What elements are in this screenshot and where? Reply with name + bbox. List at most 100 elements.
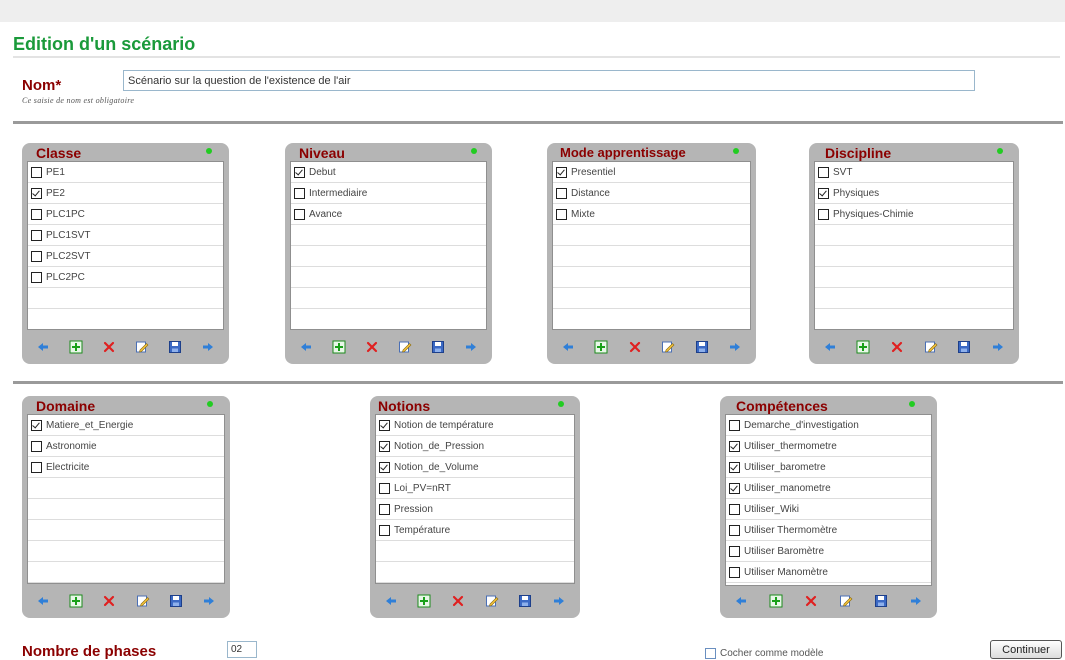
list-item[interactable]: Utiliser_barometre xyxy=(726,457,931,478)
checkbox[interactable] xyxy=(818,188,829,199)
add-icon[interactable] xyxy=(332,340,346,354)
list-item[interactable]: Matiere_et_Energie xyxy=(28,415,224,436)
edit-icon[interactable] xyxy=(661,340,675,354)
checkbox[interactable] xyxy=(31,188,42,199)
checkbox[interactable] xyxy=(729,462,740,473)
list-item[interactable]: Astronomie xyxy=(28,436,224,457)
list-item[interactable]: Physiques xyxy=(815,183,1013,204)
checkbox[interactable] xyxy=(31,441,42,452)
delete-icon[interactable] xyxy=(628,340,642,354)
save-icon[interactable] xyxy=(518,594,532,608)
list-niveau[interactable]: Debut Intermediaire Avance xyxy=(290,161,487,330)
save-icon[interactable] xyxy=(169,594,183,608)
edit-icon[interactable] xyxy=(839,594,853,608)
arrow-left-icon[interactable] xyxy=(561,340,575,354)
list-item[interactable]: Utiliser Baromètre xyxy=(726,541,931,562)
list-classe[interactable]: PE1 PE2 PLC1PC PLC1SVT PLC2SVT PLC2PC xyxy=(27,161,224,330)
add-icon[interactable] xyxy=(417,594,431,608)
list-item[interactable]: Debut xyxy=(291,162,486,183)
checkbox[interactable] xyxy=(379,420,390,431)
list-item[interactable]: PLC1PC xyxy=(28,204,223,225)
checkbox[interactable] xyxy=(729,441,740,452)
list-item[interactable]: Electricite xyxy=(28,457,224,478)
arrow-right-icon[interactable] xyxy=(909,594,923,608)
checkbox[interactable] xyxy=(294,188,305,199)
continue-button[interactable]: Continuer xyxy=(990,640,1062,659)
nom-input[interactable] xyxy=(123,70,975,91)
phases-input[interactable] xyxy=(227,641,257,658)
arrow-right-icon[interactable] xyxy=(552,594,566,608)
list-item[interactable]: PE2 xyxy=(28,183,223,204)
save-icon[interactable] xyxy=(431,340,445,354)
list-item[interactable]: Utiliser Thermomètre xyxy=(726,520,931,541)
checkbox[interactable] xyxy=(379,504,390,515)
list-item[interactable]: Mixte xyxy=(553,204,750,225)
list-item[interactable]: PE1 xyxy=(28,162,223,183)
save-icon[interactable] xyxy=(695,340,709,354)
checkbox[interactable] xyxy=(556,167,567,178)
arrow-left-icon[interactable] xyxy=(299,340,313,354)
arrow-left-icon[interactable] xyxy=(384,594,398,608)
checkbox[interactable] xyxy=(379,462,390,473)
list-competences[interactable]: Demarche_d'investigation Utiliser_thermom… xyxy=(725,414,932,586)
list-item[interactable]: Utiliser Manomètre xyxy=(726,562,931,583)
arrow-right-icon[interactable] xyxy=(991,340,1005,354)
arrow-left-icon[interactable] xyxy=(36,340,50,354)
list-item[interactable]: PLC2PC xyxy=(28,267,223,288)
list-domaine[interactable]: Matiere_et_Energie Astronomie Electricite xyxy=(27,414,225,584)
arrow-left-icon[interactable] xyxy=(36,594,50,608)
arrow-left-icon[interactable] xyxy=(734,594,748,608)
add-icon[interactable] xyxy=(769,594,783,608)
list-item[interactable]: Notion de température xyxy=(376,415,574,436)
list-mode[interactable]: Presentiel Distance Mixte xyxy=(552,161,751,330)
edit-icon[interactable] xyxy=(924,340,938,354)
checkbox[interactable] xyxy=(818,209,829,220)
delete-icon[interactable] xyxy=(804,594,818,608)
list-item[interactable]: SVT xyxy=(815,162,1013,183)
arrow-right-icon[interactable] xyxy=(201,340,215,354)
list-item[interactable]: Avance xyxy=(291,204,486,225)
delete-icon[interactable] xyxy=(890,340,904,354)
model-checkbox-box[interactable] xyxy=(705,648,716,659)
checkbox[interactable] xyxy=(729,504,740,515)
list-item[interactable]: Presentiel xyxy=(553,162,750,183)
list-item[interactable]: Distance xyxy=(553,183,750,204)
list-item[interactable]: PLC2SVT xyxy=(28,246,223,267)
checkbox[interactable] xyxy=(379,441,390,452)
checkbox[interactable] xyxy=(729,567,740,578)
model-checkbox[interactable]: Cocher comme modèle xyxy=(705,648,823,659)
add-icon[interactable] xyxy=(594,340,608,354)
list-item[interactable]: Physiques-Chimie xyxy=(815,204,1013,225)
save-icon[interactable] xyxy=(168,340,182,354)
delete-icon[interactable] xyxy=(365,340,379,354)
list-notions[interactable]: Notion de température Notion_de_Pression N… xyxy=(375,414,575,584)
add-icon[interactable] xyxy=(856,340,870,354)
list-item[interactable]: Demarche_d'investigation xyxy=(726,415,931,436)
arrow-right-icon[interactable] xyxy=(202,594,216,608)
list-discipline[interactable]: SVT Physiques Physiques-Chimie xyxy=(814,161,1014,330)
checkbox[interactable] xyxy=(818,167,829,178)
delete-icon[interactable] xyxy=(451,594,465,608)
checkbox[interactable] xyxy=(556,188,567,199)
list-item[interactable]: Loi_PV=nRT xyxy=(376,478,574,499)
list-item[interactable]: Notion_de_Volume xyxy=(376,457,574,478)
checkbox[interactable] xyxy=(31,462,42,473)
checkbox[interactable] xyxy=(729,420,740,431)
list-item[interactable]: Utiliser_Wiki xyxy=(726,499,931,520)
delete-icon[interactable] xyxy=(102,594,116,608)
checkbox[interactable] xyxy=(31,272,42,283)
checkbox[interactable] xyxy=(379,483,390,494)
arrow-left-icon[interactable] xyxy=(823,340,837,354)
list-item[interactable]: Notion_de_Pression xyxy=(376,436,574,457)
add-icon[interactable] xyxy=(69,340,83,354)
checkbox[interactable] xyxy=(31,167,42,178)
list-item[interactable]: Utiliser_manometre xyxy=(726,478,931,499)
checkbox[interactable] xyxy=(379,525,390,536)
list-item[interactable]: Pression xyxy=(376,499,574,520)
checkbox[interactable] xyxy=(729,483,740,494)
list-item[interactable]: Température xyxy=(376,520,574,541)
checkbox[interactable] xyxy=(31,420,42,431)
save-icon[interactable] xyxy=(874,594,888,608)
edit-icon[interactable] xyxy=(136,594,150,608)
checkbox[interactable] xyxy=(31,230,42,241)
